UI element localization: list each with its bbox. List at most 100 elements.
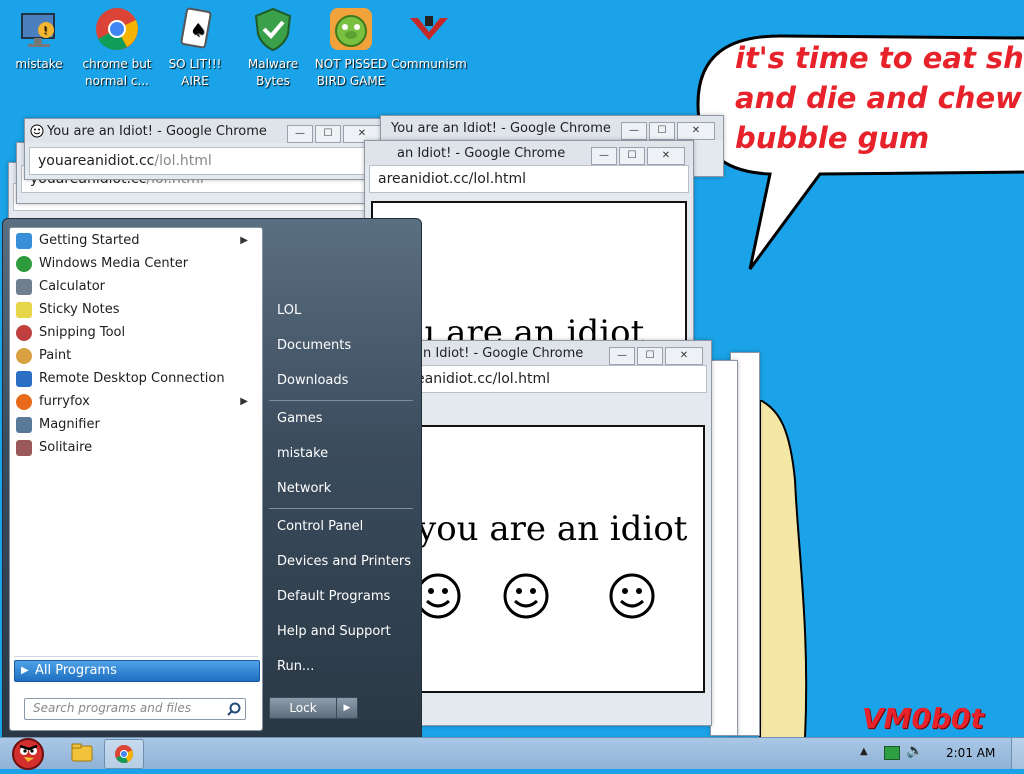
submenu-arrow-icon: ▶ xyxy=(240,235,248,246)
chrome-icon xyxy=(94,6,140,52)
background-drawing xyxy=(759,400,808,738)
chrome-icon xyxy=(115,745,133,763)
start-link-downloads[interactable]: Downloads xyxy=(277,373,348,388)
green-pig-icon xyxy=(328,6,374,52)
maximize-button[interactable]: ☐ xyxy=(619,147,645,165)
tray-show-hidden-icons[interactable]: ▲ xyxy=(860,746,868,757)
start-link-devices-and-printers[interactable]: Devices and Printers xyxy=(277,554,411,569)
close-button[interactable]: ✕ xyxy=(665,347,703,365)
desktop-icon-chrome[interactable]: chrome but normal c... xyxy=(78,6,156,90)
start-menu-programs-pane: Getting Started ▶ Windows Media Center Ca… xyxy=(9,227,263,731)
arrow-right-icon: ▶ xyxy=(343,703,351,713)
volume-icon[interactable]: 🔈 xyxy=(906,743,923,759)
search-icon[interactable] xyxy=(227,702,241,716)
calculator-icon xyxy=(16,279,32,295)
minimize-button[interactable]: — xyxy=(621,122,647,140)
smiley-icon xyxy=(609,573,655,619)
network-icon[interactable] xyxy=(884,746,900,760)
svg-text:!: ! xyxy=(43,24,47,37)
window-title: an Idiot! - Google Chrome xyxy=(397,146,566,161)
watermark: VM0b0t xyxy=(862,702,984,735)
desktop-icon-malwarebytes[interactable]: Malware Bytes xyxy=(234,6,312,90)
desktop-icon-mistake[interactable]: ! mistake xyxy=(0,6,78,73)
start-link-mistake[interactable]: mistake xyxy=(277,446,328,461)
start-link-control-panel[interactable]: Control Panel xyxy=(277,519,363,534)
lock-button[interactable]: Lock xyxy=(269,697,337,719)
minimize-button[interactable]: — xyxy=(287,125,313,143)
start-menu: Getting Started ▶ Windows Media Center Ca… xyxy=(2,218,422,740)
maximize-button[interactable]: ☐ xyxy=(315,125,341,143)
chrome-window-stack-1[interactable]: You are an Idiot! - Google Chrome — ☐ ✕ yo… xyxy=(24,118,390,180)
scissors-icon xyxy=(16,325,32,341)
all-programs-button[interactable]: ▶ All Programs xyxy=(14,660,260,682)
page-heading: you are an idiot xyxy=(417,509,688,549)
divider xyxy=(269,508,413,509)
program-paint[interactable]: Paint xyxy=(14,345,252,367)
paint-icon xyxy=(16,348,32,364)
window-title: n Idiot! - Google Chrome xyxy=(423,346,584,361)
close-button[interactable]: ✕ xyxy=(647,147,685,165)
show-desktop-button[interactable] xyxy=(1011,738,1024,769)
lock-options-button[interactable]: ▶ xyxy=(336,697,358,719)
angry-bird-icon xyxy=(12,738,44,770)
program-remote-desktop-connection[interactable]: Remote Desktop Connection xyxy=(14,368,252,390)
smiley-favicon-icon xyxy=(30,124,44,138)
address-bar[interactable]: youareanidiot.cc/lol.html xyxy=(29,147,385,175)
shield-check-icon xyxy=(250,6,296,52)
maximize-button[interactable]: ☐ xyxy=(649,122,675,140)
taskbar-app-explorer[interactable] xyxy=(64,740,100,766)
desktop-icon-not-pissed-bird-game[interactable]: NOT PISSED BIRD GAME xyxy=(312,6,390,90)
remote-desktop-icon xyxy=(16,371,32,387)
media-center-icon xyxy=(16,256,32,272)
desktop-icon-so-lit-aire[interactable]: ♠ SO LIT!!! AIRE xyxy=(156,6,234,90)
window-title: You are an Idiot! - Google Chrome xyxy=(47,124,267,139)
start-link-lol[interactable]: LOL xyxy=(277,303,301,318)
program-furryfox[interactable]: furryfox ▶ xyxy=(14,391,252,413)
program-snipping-tool[interactable]: Snipping Tool xyxy=(14,322,252,344)
close-button[interactable]: ✕ xyxy=(677,122,715,140)
submenu-arrow-icon: ▶ xyxy=(240,396,248,407)
taskbar-app-chrome[interactable] xyxy=(104,739,144,769)
start-link-documents[interactable]: Documents xyxy=(277,338,351,353)
firefox-icon xyxy=(16,394,32,410)
divider xyxy=(269,400,413,401)
taskbar: ▲ 🔈 2:01 AM xyxy=(0,734,1024,770)
program-calculator[interactable]: Calculator xyxy=(14,276,252,298)
minimize-button[interactable]: — xyxy=(591,147,617,165)
window-title: You are an Idiot! - Google Chrome xyxy=(391,121,611,136)
start-link-run[interactable]: Run... xyxy=(277,659,314,674)
divider xyxy=(14,656,258,657)
program-getting-started[interactable]: Getting Started ▶ xyxy=(14,230,252,252)
page-content: you are an idiot xyxy=(409,425,705,693)
sticky-notes-icon xyxy=(16,302,32,318)
clock[interactable]: 2:01 AM xyxy=(946,746,995,760)
maximize-button[interactable]: ☐ xyxy=(637,347,663,365)
start-link-default-programs[interactable]: Default Programs xyxy=(277,589,390,604)
start-link-help-and-support[interactable]: Help and Support xyxy=(277,624,391,639)
magnifier-icon xyxy=(16,417,32,433)
start-link-games[interactable]: Games xyxy=(277,411,322,426)
start-button[interactable] xyxy=(4,734,52,770)
program-sticky-notes[interactable]: Sticky Notes xyxy=(14,299,252,321)
program-windows-media-center[interactable]: Windows Media Center xyxy=(14,253,252,275)
address-bar[interactable]: areanidiot.cc/lol.html xyxy=(369,165,689,193)
folder-icon xyxy=(71,743,93,762)
minimize-button[interactable]: — xyxy=(609,347,635,365)
playing-card-icon: ♠ xyxy=(172,6,218,52)
red-emblem-icon xyxy=(406,6,452,52)
getting-started-icon xyxy=(16,233,32,249)
program-magnifier[interactable]: Magnifier xyxy=(14,414,252,436)
address-bar[interactable]: eanidiot.cc/lol.html xyxy=(407,365,707,393)
start-link-network[interactable]: Network xyxy=(277,481,331,496)
speech-bubble-text: it's time to eat shit and die and chew b… xyxy=(735,41,1024,155)
desktop-icon-communism[interactable]: Communism xyxy=(390,6,468,73)
arrow-right-icon: ▶ xyxy=(21,665,29,676)
svg-text:♠: ♠ xyxy=(190,20,206,41)
search-input[interactable]: Search programs and files xyxy=(24,698,246,720)
program-solitaire[interactable]: Solitaire xyxy=(14,437,252,459)
cards-icon xyxy=(16,440,32,456)
chrome-window-front[interactable]: n Idiot! - Google Chrome — ☐ ✕ eanidiot.cc… xyxy=(402,340,712,726)
chrome-window-right-stack-1[interactable] xyxy=(710,360,738,736)
smiley-icon xyxy=(503,573,549,619)
monitor-alert-icon: ! xyxy=(16,6,62,52)
